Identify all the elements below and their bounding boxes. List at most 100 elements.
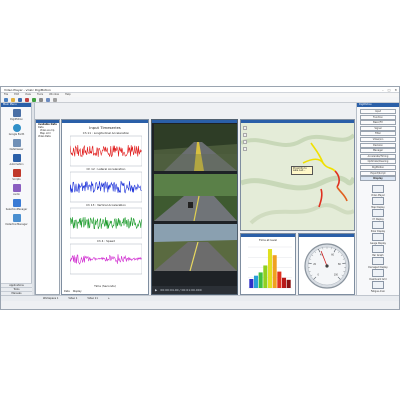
application-window: Video Player - vCalc DigiMotion – □ ✕ Fi… — [0, 86, 400, 310]
display-tile-xy-display[interactable]: XY Display — [363, 209, 393, 221]
tab-display[interactable]: Display — [73, 290, 82, 293]
display-tile-icon — [372, 269, 384, 277]
zoom-in-icon[interactable] — [243, 126, 247, 130]
globe-icon — [12, 124, 21, 132]
add-tab-button[interactable]: + — [106, 297, 112, 300]
run-icon[interactable] — [32, 97, 36, 102]
stop-icon[interactable] — [25, 97, 29, 102]
category-button-filter[interactable]: Filter — [360, 131, 396, 137]
category-button-optimize-clearing[interactable]: Optimize/Clearing — [360, 159, 396, 165]
bar-chart-panel: Time at level — [240, 233, 296, 295]
zoom-icon[interactable] — [46, 97, 50, 102]
minimize-button[interactable]: – — [382, 88, 384, 92]
display-tile-icon — [372, 185, 384, 193]
category-button-function[interactable]: Function — [360, 114, 396, 120]
display-tile-polar-display[interactable]: Polar Display — [363, 221, 393, 233]
bar-5 — [267, 249, 273, 288]
category-button-manager[interactable]: Manager — [360, 148, 396, 154]
category-button-signal[interactable]: Signal — [360, 125, 396, 131]
sidebar-item-selectionmanager[interactable]: SelectionManager — [3, 199, 30, 211]
category-button-input[interactable]: Input — [360, 109, 396, 114]
category-button-accelerate-timing[interactable]: Accelerate/Timing — [360, 153, 396, 159]
bar-8 — [281, 277, 287, 288]
sidebar-item-label: Audio — [13, 193, 20, 196]
layers-icon[interactable] — [243, 147, 247, 151]
sidebar-item-automation[interactable]: Automation — [3, 154, 30, 166]
sidebar-item-detectionmanager[interactable]: DetectionManager — [3, 214, 30, 226]
display-tile-icon — [372, 197, 384, 205]
left-sidebar: Main Menu DigiMotion Google Earth DataVi… — [1, 103, 32, 295]
display-tile-icon — [372, 245, 384, 253]
display-tile-video-player[interactable]: Video Player — [363, 185, 393, 197]
sidebar-item-google-earth[interactable]: Google Earth — [3, 124, 30, 136]
timeseries-plot[interactable] — [70, 134, 142, 284]
display-tile-fatigue-anal-[interactable]: Fatigue Anal. — [363, 281, 393, 293]
category-button-display[interactable]: Display — [360, 176, 396, 182]
script-icon — [12, 169, 21, 177]
pan-icon[interactable] — [243, 140, 247, 144]
zoom-out-icon[interactable] — [243, 133, 247, 137]
video-frame-3[interactable] — [154, 224, 237, 271]
tab-workspace[interactable]: Workspace 1 — [41, 297, 60, 300]
video-player-panel: ▶ 00:00:04.00 / 00:01:00.000 — [151, 119, 238, 295]
automation-icon — [12, 154, 21, 162]
sidebar-item-audio[interactable]: Audio — [3, 184, 30, 196]
maximize-button[interactable]: □ — [388, 88, 391, 92]
workspace-spacer — [35, 103, 355, 117]
sidebar-item-digimotion[interactable]: DigiMotion — [3, 109, 30, 121]
save-icon[interactable] — [18, 97, 22, 102]
display-tile-gauge-display[interactable]: Gauge Display — [363, 233, 393, 245]
settings-icon[interactable] — [39, 97, 43, 102]
open-folder-icon[interactable] — [11, 97, 15, 102]
file-tree-panel: Available Data Data Video ex.mp Map .kml… — [35, 119, 60, 295]
bar-9 — [286, 279, 291, 288]
category-button-basic-fx[interactable]: Basic/FX — [360, 120, 396, 126]
video-controls: ▶ 00:00:04.00 / 00:01:00.000 — [152, 286, 237, 294]
map-view[interactable] — [241, 123, 354, 230]
play-icon[interactable]: ▶ — [155, 288, 157, 292]
map-toolbar — [242, 124, 248, 224]
panel-header-bar — [62, 120, 148, 123]
window-title: Video Player - vCalc DigiMotion — [4, 88, 51, 92]
panel-header-bar — [241, 234, 295, 237]
display-tile-icon — [372, 221, 384, 229]
sidebar-item-label: Google Earth — [8, 133, 25, 136]
tab-data[interactable]: Data — [64, 290, 70, 293]
sidebar-header: Main Menu — [1, 103, 31, 107]
category-button-decision[interactable]: Decision — [360, 142, 396, 148]
display-tile-damaged-display[interactable]: Damaged Display — [363, 257, 393, 269]
tab-video-11[interactable]: Video 11 — [85, 297, 100, 300]
display-tile-label: Fatigue Anal. — [370, 289, 386, 293]
video-frame-1[interactable] — [154, 124, 237, 171]
display-tile-map-display[interactable]: Map Display — [363, 197, 393, 209]
display-tile-icon — [372, 233, 384, 241]
display-tile-icon — [372, 257, 384, 265]
display-tile-dashboard-grid[interactable]: Dashboard Grid — [363, 269, 393, 281]
help-icon[interactable] — [53, 97, 57, 102]
bar-4 — [263, 265, 268, 288]
category-button-export-script[interactable]: Export/Script — [360, 170, 396, 176]
bar-chart-title: Time at level — [258, 238, 278, 242]
new-icon[interactable] — [4, 97, 8, 102]
right-sidebar: DigiMotion Input Function Basic/FX Signal Fi… — [356, 103, 399, 295]
digimotion-icon — [12, 109, 21, 117]
time-axis-label: Time (Seconds) — [94, 284, 116, 288]
tab-video-1[interactable]: Video 1 — [66, 297, 79, 300]
display-tile-bar-graph[interactable]: Bar Graph — [363, 245, 393, 257]
timeseries-title: Input Timeseries — [89, 125, 121, 130]
gauge-dial: 02040 6080100 — [304, 243, 350, 289]
display-tile-icon — [372, 209, 384, 217]
close-button[interactable]: ✕ — [394, 88, 397, 92]
sidebar-item-scripts[interactable]: Scripts — [3, 169, 30, 181]
video-time: 00:00:04.00 / 00:01:00.000 — [160, 288, 202, 292]
display-tile-icon — [372, 281, 384, 289]
tree-item[interactable]: Video Data — [36, 135, 59, 138]
sidebar-item-label: Scripts — [12, 178, 21, 181]
bar-chart-plot[interactable] — [245, 244, 293, 292]
sidebar-item-label: SelectionManager — [5, 208, 28, 211]
sidebar-item-dataviewer[interactable]: DataViewer — [3, 139, 30, 151]
category-button-digimotion[interactable]: DigiMotion — [360, 165, 396, 170]
video-frame-2[interactable] — [154, 174, 237, 221]
category-button-video-lin[interactable]: Video/Lin — [360, 137, 396, 142]
sidebar-item-label: DataViewer — [9, 148, 24, 151]
